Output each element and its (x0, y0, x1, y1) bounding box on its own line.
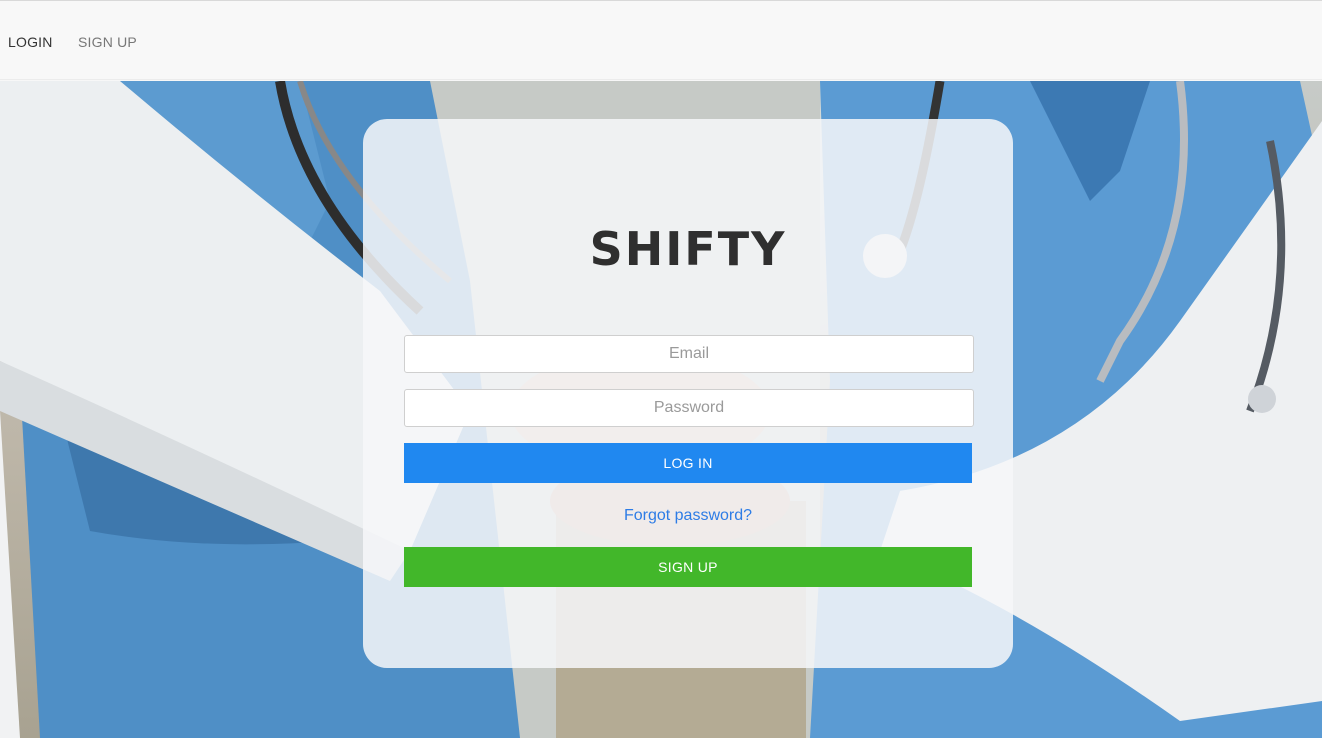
login-button[interactable]: LOG IN (404, 443, 972, 483)
signup-button[interactable]: SIGN UP (404, 547, 972, 587)
brand-logo-text: SHIFTY (589, 222, 787, 276)
nav-login-link[interactable]: LOGIN (8, 34, 53, 50)
nav-signup-link[interactable]: SIGN UP (78, 34, 137, 50)
top-navbar: LOGIN SIGN UP (0, 0, 1322, 80)
email-input[interactable] (404, 335, 974, 373)
forgot-password-link[interactable]: Forgot password? (363, 507, 1013, 525)
password-input[interactable] (404, 389, 974, 427)
login-card: SHIFTY LOG IN Forgot password? SIGN UP (363, 119, 1013, 668)
